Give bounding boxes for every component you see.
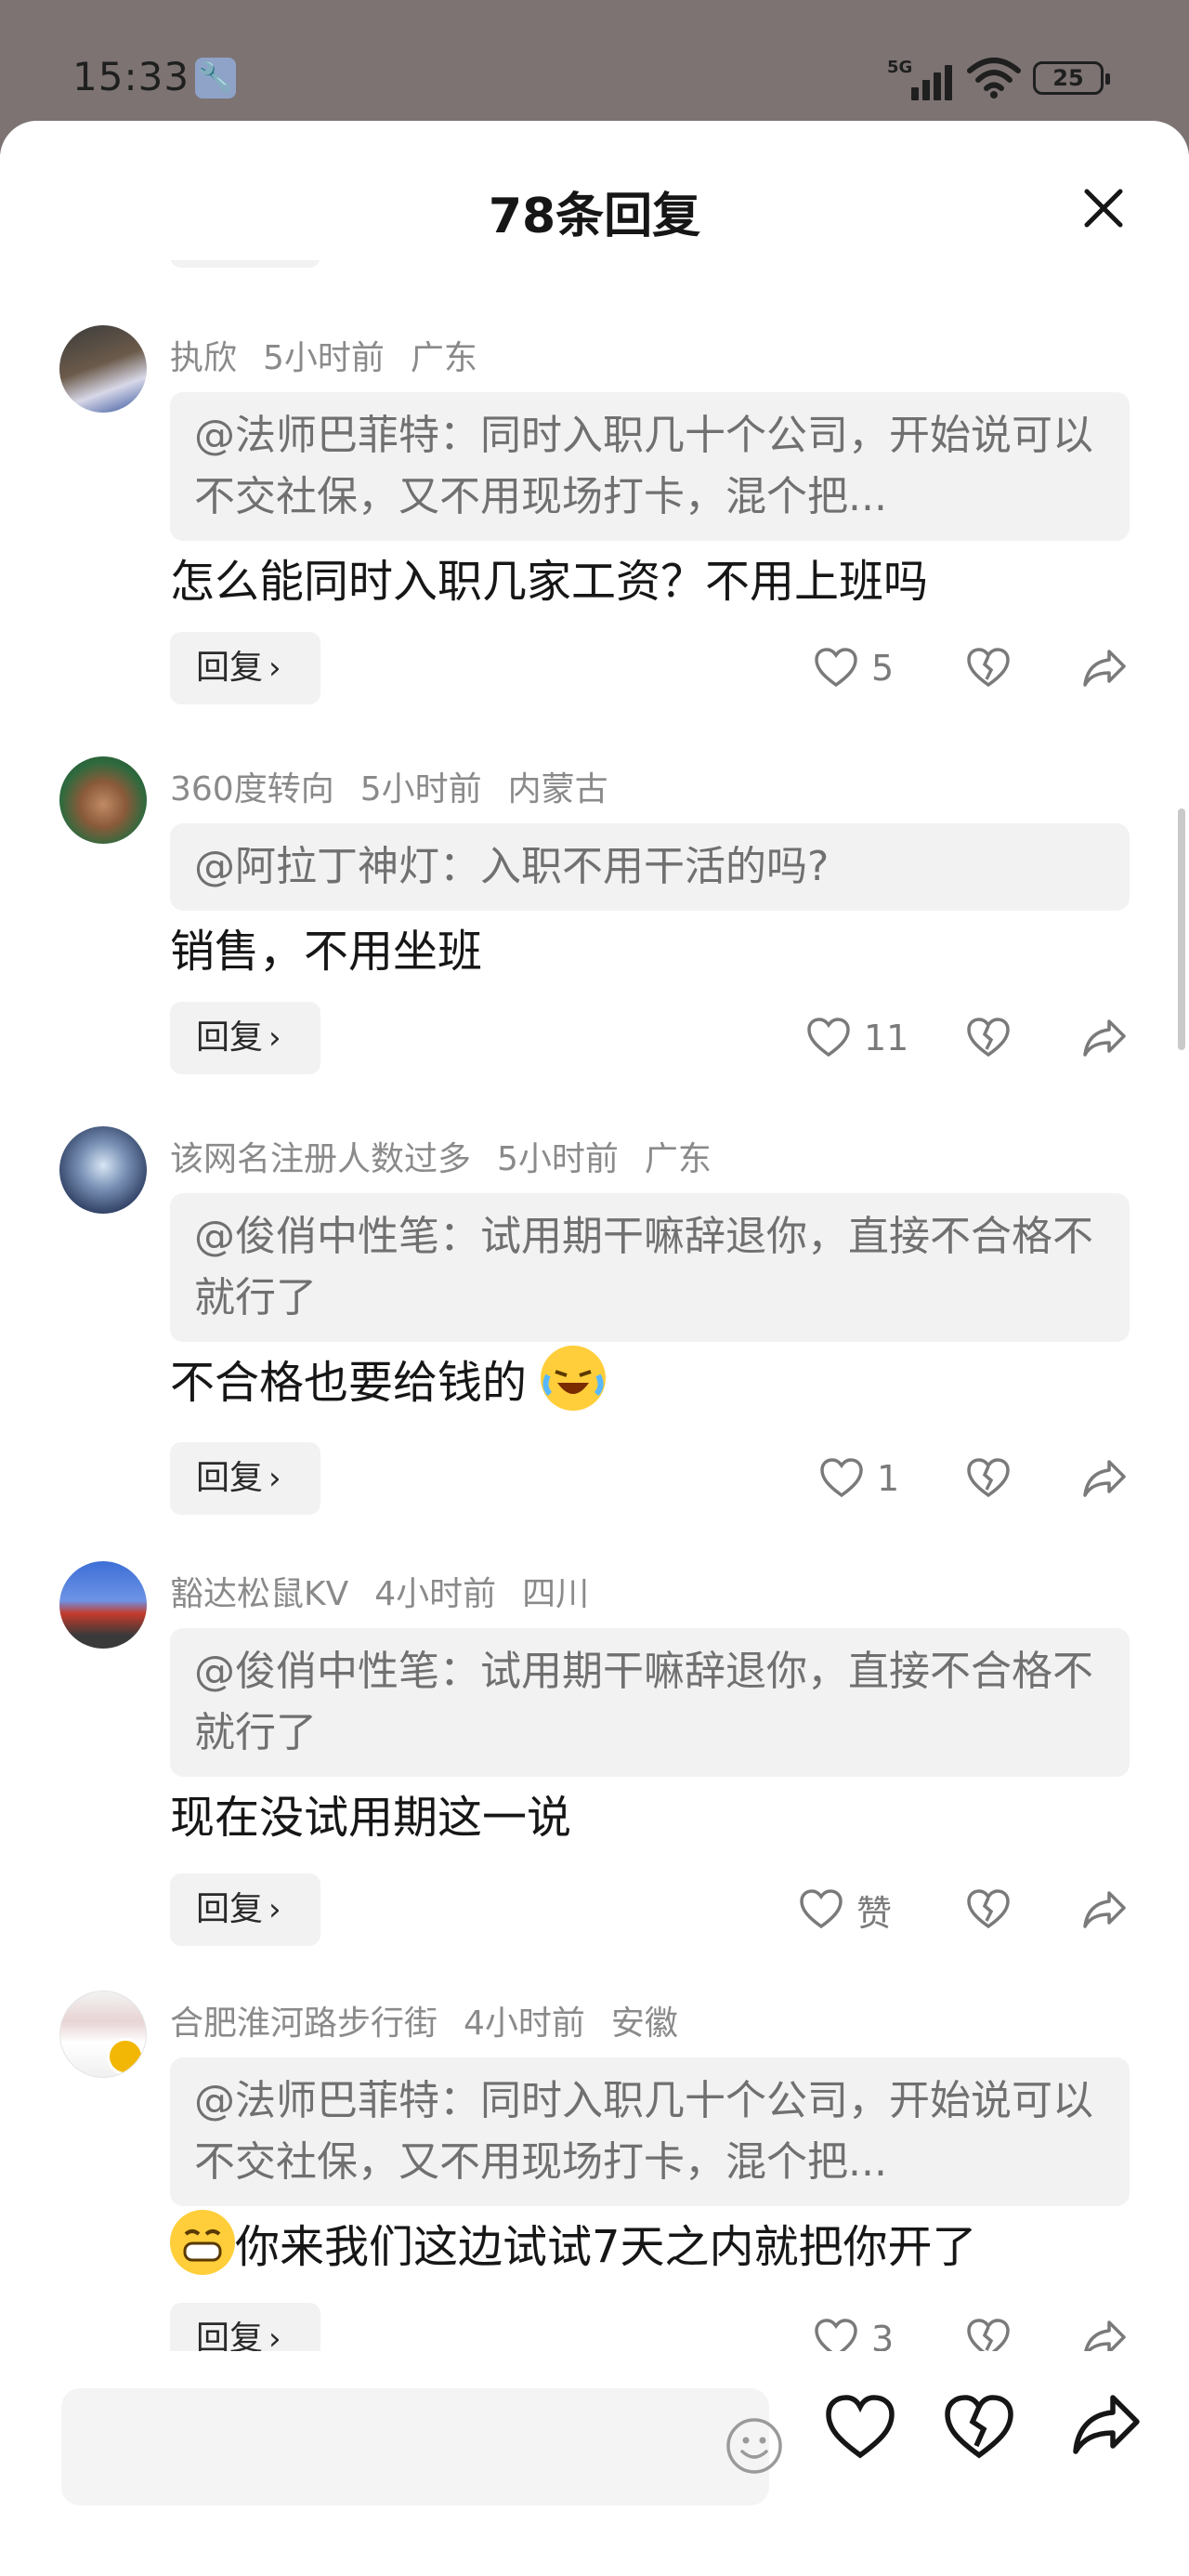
reply-label: 回复 (196, 649, 264, 687)
location: 广东 (644, 1140, 712, 1178)
share-arrow-icon (1083, 1460, 1126, 1497)
cellular-signal-icon: 5G (887, 54, 957, 100)
badge-icon (107, 2038, 144, 2075)
comment-meta: 该网名注册人数过多 5小时前 广东 (170, 1132, 738, 1180)
username[interactable]: 360度转向 (170, 770, 334, 808)
broken-heart-icon (967, 648, 1010, 688)
like-count: 5 (871, 648, 895, 689)
scrollbar[interactable] (1178, 808, 1185, 1050)
timestamp: 4小时前 (374, 1575, 497, 1613)
comment-list: 回复› 15 执欣5小时前广东 @法师巴菲特：同时入职几十个公司，开始说可以不交… (0, 260, 1189, 2481)
reply-label: 回复 (196, 1890, 264, 1928)
grinning-emoji-icon (170, 2210, 235, 2275)
dislike-button[interactable] (966, 1877, 1011, 1942)
location: 广东 (410, 339, 477, 377)
timestamp: 5小时前 (359, 770, 482, 808)
like-button[interactable]: 1 (819, 1446, 899, 1511)
wifi-icon (967, 58, 1021, 99)
like-count: 11 (864, 1018, 909, 1058)
quoted-comment[interactable]: @俊俏中性笔：试用期干嘛辞退你，直接不合格不就行了 (170, 1193, 1130, 1342)
broken-heart-icon (967, 1458, 1010, 1498)
like-button[interactable]: 赞 (799, 1877, 892, 1942)
comment-text-content: 不合格也要给钱的 (170, 1357, 528, 1409)
username[interactable]: 豁达松鼠KV (170, 1575, 348, 1613)
wrench-icon: 🔧 (195, 58, 236, 99)
avatar[interactable] (59, 325, 147, 413)
broken-heart-icon (967, 1018, 1010, 1058)
share-arrow-icon (1083, 650, 1126, 687)
reply-label: 回复 (196, 1019, 264, 1057)
username[interactable]: 该网名注册人数过多 (170, 1140, 471, 1178)
dislike-button[interactable] (966, 1446, 1011, 1511)
username[interactable]: 执欣 (170, 339, 237, 377)
like-count: 1 (877, 1458, 900, 1499)
laughing-crying-emoji-icon (541, 1346, 607, 1411)
timestamp: 5小时前 (263, 339, 385, 377)
reply-button[interactable]: 回复› (170, 1442, 320, 1515)
battery-icon: 25 (1033, 61, 1110, 95)
like-count: 赞 (856, 1892, 893, 1934)
status-time: 15:33 (72, 54, 190, 99)
reply-label: 回复 (196, 1459, 264, 1497)
reply-button[interactable]: 回复› (170, 1002, 320, 1074)
location: 四川 (522, 1575, 590, 1613)
heart-outline-icon (820, 1458, 863, 1498)
comment-text: 销售，不用坐班 (170, 926, 483, 978)
heart-outline-icon (807, 1018, 850, 1058)
quoted-comment[interactable]: @俊俏中性笔：试用期干嘛辞退你，直接不合格不就行了 (170, 1628, 1130, 1777)
avatar[interactable] (59, 1561, 147, 1649)
like-button[interactable]: 5 (814, 636, 894, 701)
sheet-header: 78条回复 (0, 121, 1189, 260)
avatar[interactable] (59, 1126, 147, 1214)
sheet-title: 78条回复 (488, 189, 701, 244)
share-arrow-icon (1083, 1019, 1126, 1057)
comment-text: 怎么能同时入职几家工资？不用上班吗 (170, 556, 929, 608)
status-bar: 15:33 🔧 5G 25 (0, 0, 1189, 125)
replies-sheet: 78条回复 回复› 15 执欣5小时前广东 @法师巴菲特：同时入职几十个公司，开… (0, 121, 1189, 2576)
bottom-bar (0, 2351, 1189, 2576)
heart-outline-icon (800, 1889, 843, 1929)
broken-heart-icon[interactable] (942, 2390, 1016, 2464)
comment-text: 你来我们这边试试7天之内就把你开了 (170, 2210, 977, 2275)
close-icon[interactable] (1078, 182, 1130, 234)
smiley-icon[interactable] (725, 2416, 784, 2476)
quoted-comment[interactable]: @法师巴菲特：同时入职几十个公司，开始说可以不交社保，又不用现场打卡，混个把..… (170, 392, 1130, 541)
share-button[interactable] (1081, 1005, 1128, 1071)
reply-button[interactable]: 回复› (170, 260, 320, 268)
reply-input[interactable] (89, 2416, 647, 2477)
share-button[interactable] (1081, 636, 1128, 701)
reply-button[interactable]: 回复› (170, 632, 320, 704)
reply-input-box[interactable] (61, 2388, 782, 2505)
broken-heart-icon (967, 1889, 1010, 1929)
comment-meta: 360度转向 5小时前 内蒙古 (170, 762, 634, 810)
username[interactable]: 合肥淮河路步行街 (170, 2004, 438, 2043)
comment-text: 不合格也要给钱的 (170, 1346, 607, 1411)
comment-text-content: 你来我们这边试试7天之内就把你开了 (235, 2221, 977, 2273)
network-type: 5G (887, 58, 913, 77)
heart-outline-icon[interactable] (823, 2390, 897, 2464)
share-arrow-icon (1083, 1891, 1126, 1928)
comment-text: 现在没试用期这一说 (170, 1792, 572, 1844)
quoted-comment[interactable]: @阿拉丁神灯：入职不用干活的吗? (170, 823, 1130, 911)
timestamp: 5小时前 (497, 1140, 619, 1178)
avatar[interactable] (59, 1991, 147, 2078)
share-button[interactable] (1081, 1446, 1128, 1511)
comment-meta: 合肥淮河路步行街 4小时前 安徽 (170, 1996, 704, 2044)
like-button[interactable]: 15 (801, 260, 903, 264)
dislike-button[interactable] (966, 636, 1011, 701)
location: 安徽 (610, 2004, 678, 2043)
quoted-comment[interactable]: @法师巴菲特：同时入职几十个公司，开始说可以不交社保，又不用现场打卡，混个把..… (170, 2057, 1130, 2206)
comment-meta: 执欣 5小时前 广东 (170, 331, 503, 379)
share-arrow-icon[interactable] (1068, 2390, 1143, 2464)
share-button[interactable] (1081, 1877, 1128, 1942)
dislike-button[interactable] (966, 1005, 1011, 1071)
comment-meta: 豁达松鼠KV 4小时前 四川 (170, 1567, 615, 1615)
reply-button[interactable]: 回复› (170, 1873, 320, 1946)
like-button[interactable]: 11 (806, 1005, 908, 1071)
avatar[interactable] (59, 756, 147, 844)
heart-outline-icon (815, 648, 857, 688)
timestamp: 4小时前 (464, 2004, 585, 2043)
location: 内蒙古 (507, 770, 608, 808)
